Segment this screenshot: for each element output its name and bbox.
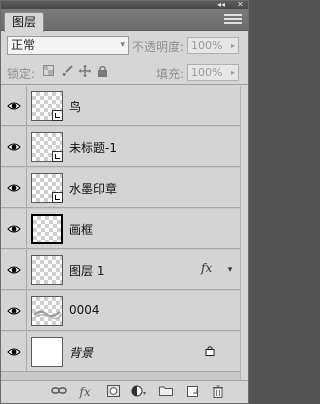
- layer-name: 图层 1: [69, 264, 105, 278]
- lock-label: 锁定:: [7, 67, 36, 81]
- eye-icon: [7, 102, 21, 110]
- smart-object-icon: [52, 151, 63, 162]
- lock-transparent-icon[interactable]: [42, 65, 55, 78]
- visibility-toggle[interactable]: [1, 209, 27, 249]
- fill-value: 100%: [191, 66, 223, 79]
- visibility-toggle[interactable]: [1, 332, 27, 372]
- close-button[interactable]: ✕: [237, 0, 244, 9]
- fill-label: 填充:: [156, 67, 185, 81]
- visibility-toggle[interactable]: [1, 250, 27, 290]
- layer-thumbnail: [31, 255, 63, 285]
- collapse-button[interactable]: ◂◂: [217, 0, 225, 9]
- lock-fill-row: 锁定: 填充: 100% ▸: [1, 59, 248, 85]
- layer-name: 水墨印章: [69, 182, 118, 196]
- visibility-toggle[interactable]: [1, 86, 27, 126]
- blend-mode-value: 正常: [11, 38, 36, 52]
- layer-name: 背景: [69, 346, 94, 360]
- lock-move-icon[interactable]: [78, 65, 91, 78]
- layers-panel: ◂◂ ✕ 图层 正常 ▾ 不透明度: 100% ▸ 锁定: 填充: 100% ▸…: [0, 0, 249, 404]
- layer-row[interactable]: 画框: [1, 209, 248, 249]
- visibility-toggle[interactable]: [1, 127, 27, 167]
- chevron-down-icon: ▾: [120, 40, 125, 50]
- expand-effects-icon[interactable]: ▾: [220, 250, 240, 290]
- layer-row[interactable]: 未标题-1: [1, 127, 248, 167]
- blend-mode-select[interactable]: 正常 ▾: [7, 36, 129, 55]
- panel-footer: fx: [1, 380, 248, 403]
- adjustment-icon[interactable]: [131, 385, 147, 399]
- visibility-toggle[interactable]: [1, 168, 27, 208]
- fill-field[interactable]: 100% ▸: [187, 64, 239, 81]
- scrollbar[interactable]: [240, 86, 248, 380]
- layer-name: 未标题-1: [69, 141, 117, 155]
- eye-icon: [7, 307, 21, 315]
- mask-icon[interactable]: [105, 385, 121, 399]
- lock-icon: [205, 346, 215, 356]
- layer-row[interactable]: 图层 1 fx ▾: [1, 250, 248, 290]
- link-icon[interactable]: [51, 385, 67, 399]
- lock-paint-icon[interactable]: [60, 65, 73, 78]
- new-layer-icon[interactable]: [184, 385, 200, 399]
- opacity-value: 100%: [191, 39, 223, 52]
- eye-icon: [7, 348, 21, 356]
- folder-icon[interactable]: [158, 385, 174, 399]
- smart-object-icon: [52, 110, 63, 121]
- layer-thumbnail: [31, 296, 63, 326]
- lock-all-icon[interactable]: [96, 65, 109, 78]
- visibility-toggle[interactable]: [1, 291, 27, 331]
- tab-bar: 图层: [1, 9, 248, 32]
- fx-icon[interactable]: fx: [77, 385, 93, 399]
- smart-object-icon: [52, 192, 63, 203]
- opacity-field[interactable]: 100% ▸: [187, 37, 239, 54]
- eye-icon: [7, 225, 21, 233]
- layer-thumbnail: [31, 214, 63, 244]
- layer-row[interactable]: 鸟: [1, 86, 248, 126]
- layer-thumbnail: [31, 337, 63, 367]
- layer-row[interactable]: 水墨印章: [1, 168, 248, 208]
- opacity-label: 不透明度:: [132, 40, 185, 54]
- layer-name: 画框: [69, 223, 94, 237]
- tab-layers[interactable]: 图层: [4, 12, 44, 32]
- eye-icon: [7, 266, 21, 274]
- chevron-right-icon: ▸: [230, 68, 235, 77]
- layer-name: 鸟: [69, 100, 82, 114]
- chevron-right-icon: ▸: [230, 41, 235, 50]
- layer-row[interactable]: 0004: [1, 291, 248, 331]
- layer-effects-icon[interactable]: fx: [201, 261, 212, 275]
- panel-title-strip: ◂◂ ✕: [1, 0, 248, 9]
- panel-menu-icon[interactable]: [224, 14, 242, 26]
- layer-thumbnail: [31, 91, 63, 121]
- eye-icon: [7, 184, 21, 192]
- blend-opacity-row: 正常 ▾ 不透明度: 100% ▸: [1, 32, 248, 58]
- layer-row[interactable]: 背景: [1, 332, 248, 372]
- layers-list: 鸟 未标题-1 水墨印章 画框 图层 1 fx ▾ 0004 背景: [1, 86, 248, 380]
- layer-thumbnail: [31, 132, 63, 162]
- eye-icon: [7, 143, 21, 151]
- layer-name: 0004: [69, 303, 100, 317]
- layer-thumbnail: [31, 173, 63, 203]
- trash-icon[interactable]: [210, 385, 226, 399]
